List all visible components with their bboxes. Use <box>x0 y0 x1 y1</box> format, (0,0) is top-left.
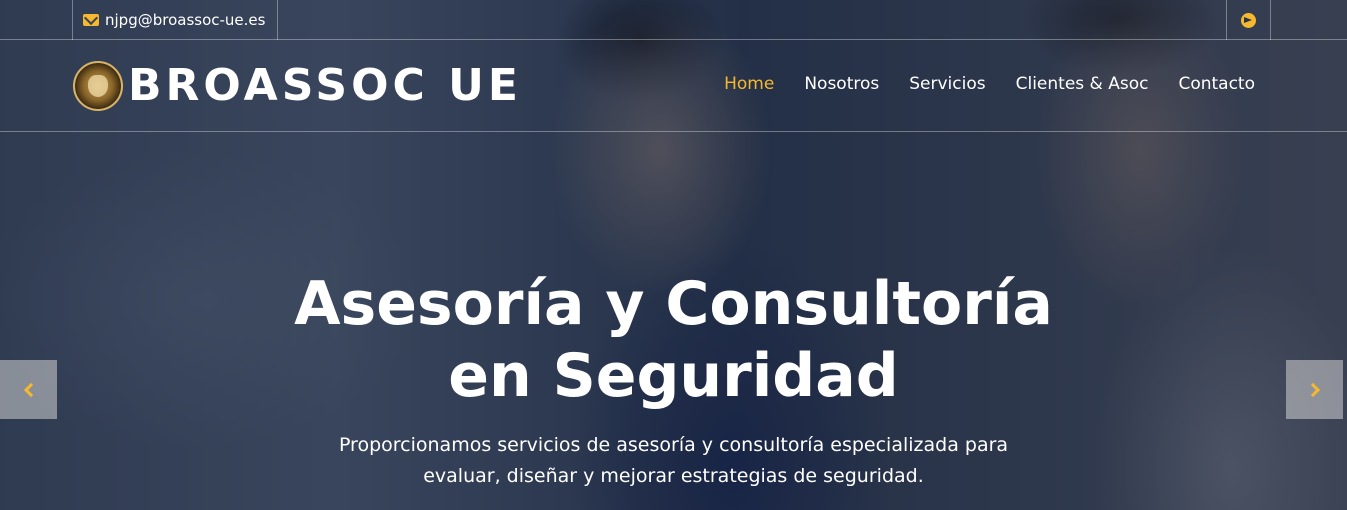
nav-item-nosotros[interactable]: Nosotros <box>804 74 879 94</box>
carousel-prev-button[interactable] <box>0 360 57 419</box>
hero-title: Asesoría y Consultoría en Seguridad <box>0 268 1347 412</box>
email-link[interactable]: njpg@broassoc-ue.es <box>72 0 278 40</box>
hero-title-line2: en Seguridad <box>448 341 899 411</box>
brand-name[interactable]: BROASSOC UE <box>128 60 522 112</box>
envelope-icon <box>83 14 99 26</box>
email-text: njpg@broassoc-ue.es <box>105 11 266 29</box>
chevron-right-icon <box>1305 382 1320 397</box>
nav-item-home[interactable]: Home <box>724 74 774 94</box>
main-nav: Home Nosotros Servicios Clientes & Asoc … <box>724 74 1255 94</box>
nav-item-clientes[interactable]: Clientes & Asoc <box>1016 74 1149 94</box>
navbar: BROASSOC UE Home Nosotros Servicios Clie… <box>0 40 1347 132</box>
hero-banner: njpg@broassoc-ue.es BROASSOC UE Home Nos… <box>0 0 1347 510</box>
hero-subtitle: Proporcionamos servicios de asesoría y c… <box>0 430 1347 492</box>
telegram-link[interactable] <box>1226 0 1271 40</box>
nav-item-servicios[interactable]: Servicios <box>909 74 985 94</box>
carousel-next-button[interactable] <box>1286 360 1343 419</box>
hero-subtitle-line1: Proporcionamos servicios de asesoría y c… <box>338 434 1009 456</box>
logo-seal[interactable] <box>73 61 123 111</box>
nav-item-contacto[interactable]: Contacto <box>1178 74 1255 94</box>
top-bar: njpg@broassoc-ue.es <box>0 0 1347 40</box>
telegram-icon <box>1241 12 1256 28</box>
hero-subtitle-line2: evaluar, diseñar y mejorar estrategias d… <box>423 465 924 487</box>
hero-title-line1: Asesoría y Consultoría <box>294 269 1053 339</box>
chevron-left-icon <box>23 382 38 397</box>
